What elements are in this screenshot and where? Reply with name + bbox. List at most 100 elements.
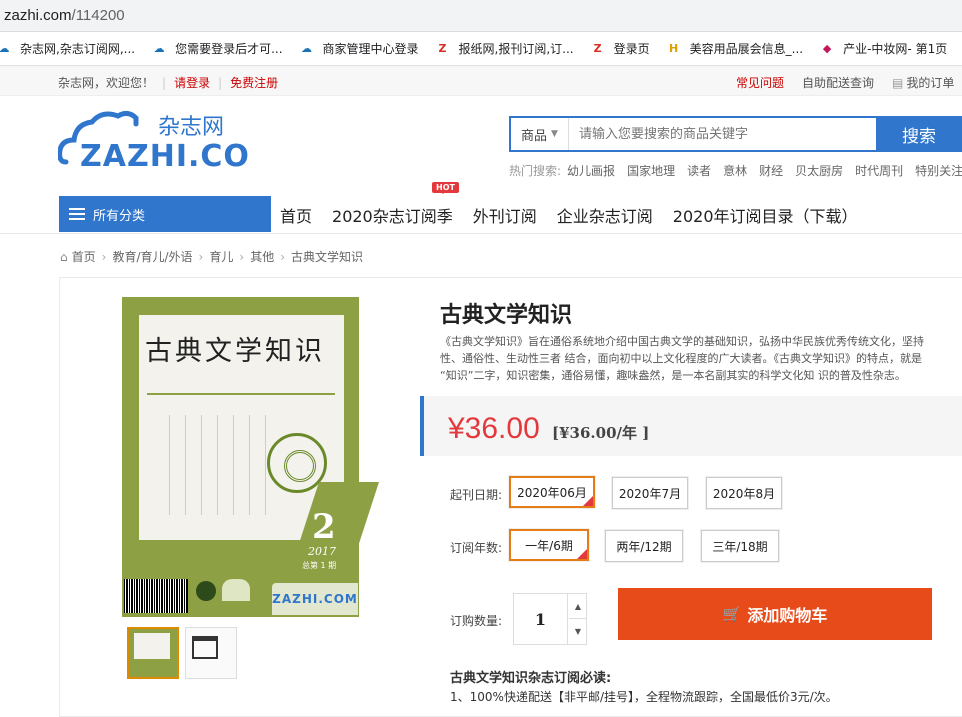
login-link[interactable]: 请登录: [174, 76, 210, 90]
thumbnail-cover[interactable]: [127, 627, 179, 679]
bookmark-item[interactable]: ☁ 杂志网,杂志订阅网,...: [0, 40, 135, 57]
hot-search-link[interactable]: 特别关注: [915, 164, 962, 178]
period-option-1yr[interactable]: 一年/6期: [509, 529, 589, 561]
nav-item[interactable]: 企业杂志订阅: [557, 203, 653, 227]
bookmark-item[interactable]: ◆ 产业-中妆网- 第1页: [819, 40, 947, 57]
hot-searches: 热门搜索: 幼儿画报 国家地理 读者 意林 财经 贝太厨房 时代周刊 特别关注: [509, 162, 962, 179]
breadcrumb-item[interactable]: 育儿: [209, 250, 233, 264]
url-path: /114200: [71, 7, 125, 24]
start-date-option-jul[interactable]: 2020年7月: [612, 477, 688, 509]
bookmark-item[interactable]: Z 登录页: [590, 40, 650, 57]
address-bar[interactable]: zazhi.com/114200: [0, 0, 962, 32]
cover-year: 2017: [308, 545, 336, 558]
h-icon: H: [669, 42, 679, 55]
period-option-3yr[interactable]: 三年/18期: [701, 530, 779, 562]
quantity-stepper: 1 ▲ ▼: [513, 593, 587, 645]
start-date-label: 起刊日期:: [450, 488, 503, 502]
delivery-query-link[interactable]: 自助配送查询: [802, 76, 874, 90]
seal-icon: [196, 581, 216, 601]
site-logo[interactable]: 杂志网 ZAZHI.COM: [58, 106, 250, 172]
welcome-text: 杂志网，欢迎您！: [58, 76, 155, 90]
faq-link[interactable]: 常见问题: [736, 76, 784, 90]
bookmark-item[interactable]: ☁ 商家管理中心登录: [299, 40, 419, 57]
chevron-right-icon: ›: [198, 250, 204, 264]
bookmarks-bar: ☁ 杂志网,杂志订阅网,... ☁ 您需要登录后才可... ☁ 商家管理中心登录 Z 报纸网,…: [0, 32, 962, 66]
z-icon: Z: [593, 42, 602, 55]
price-per-year: [¥36.00/年 ]: [552, 424, 650, 442]
description-line: 《古典文学知识》旨在通俗系统地介绍中国古典文学的基础知识，弘扬中华民族优秀传统文…: [440, 335, 924, 348]
hot-search-link[interactable]: 时代周刊: [855, 164, 903, 178]
breadcrumb: ⌂ 首页 › 教育/育儿/外语 › 育儿 › 其他 › 古典文学知识: [60, 248, 363, 265]
breadcrumb-item[interactable]: 首页: [72, 250, 96, 264]
increment-icon[interactable]: ▲: [569, 594, 587, 619]
my-orders-link[interactable]: 我的订单: [892, 76, 954, 90]
quantity-label: 订购数量:: [450, 614, 503, 628]
bookmark-item[interactable]: ☁ 您需要登录后才可...: [151, 40, 283, 57]
decrement-icon[interactable]: ▼: [569, 619, 587, 644]
notice-item: 1、100%快递配送【非平邮/挂号】，全程物流跟踪，全国最低价3元/次。: [450, 690, 838, 704]
hot-search-link[interactable]: 国家地理: [627, 164, 675, 178]
description-line: “知识”二字，知识密集，通俗易懂，趣味盎然，是一本名副其实的科学文化知 识的普及…: [440, 369, 906, 382]
home-icon: ⌂: [60, 250, 68, 264]
breadcrumb-item: 古典文学知识: [291, 250, 364, 264]
url-host: zazhi.com: [4, 7, 72, 24]
award-icon: [222, 579, 250, 601]
nav-item[interactable]: 首页: [280, 203, 312, 227]
bookmark-label: 您需要登录后才可...: [175, 42, 283, 56]
hot-search-link[interactable]: 读者: [687, 164, 711, 178]
hot-badge: HOT: [432, 182, 459, 194]
watermark-logo: ZAZHI.COM: [272, 583, 358, 615]
barcode-icon: [124, 579, 188, 613]
product-description: 《古典文学知识》旨在通俗系统地介绍中国古典文学的基础知识，弘扬中华民族优秀传统文…: [440, 333, 962, 384]
start-date-option-aug[interactable]: 2020年8月: [706, 477, 782, 509]
nav-item[interactable]: 2020年订阅目录（下载）: [673, 203, 858, 227]
bookmark-label: 报纸网,报刊订阅,订...: [458, 42, 574, 56]
hot-search-link[interactable]: 财经: [759, 164, 783, 178]
site-topbar: 杂志网，欢迎您！|请登录|免费注册 常见问题自助配送查询我的订单: [0, 66, 962, 96]
search-input[interactable]: [569, 118, 876, 150]
bookmark-item[interactable]: H 美容用品展会信息_...: [666, 40, 803, 57]
cloud-icon: ☁: [153, 42, 165, 55]
diamond-icon: ◆: [822, 42, 832, 55]
search-box: 商品▼ 搜索: [509, 116, 962, 152]
bookmark-label: 商家管理中心登录: [322, 42, 419, 56]
breadcrumb-item[interactable]: 其他: [250, 250, 274, 264]
bookmark-label: 登录页: [613, 42, 650, 56]
all-categories-label: 所有分类: [93, 208, 146, 224]
hot-search-link[interactable]: 贝太厨房: [795, 164, 843, 178]
cover-issue-total: 总第 1 期: [302, 561, 337, 570]
period-option-2yr[interactable]: 两年/12期: [605, 530, 683, 562]
bookmark-item[interactable]: Z 报纸网,报刊订阅,订...: [435, 40, 574, 57]
cover-issue-number: 2: [312, 507, 336, 547]
thumbnail-toc[interactable]: [185, 627, 237, 679]
bookmark-label: 产业-中妆网- 第1页: [843, 42, 948, 56]
register-link[interactable]: 免费注册: [230, 76, 278, 90]
bookmark-label: 杂志网,杂志订阅网,...: [20, 42, 136, 56]
main-nav: 所有分类 HOT 首页 2020杂志订阅季 外刊订阅 企业杂志订阅 2020年订阅目录（…: [0, 182, 962, 234]
all-categories-button[interactable]: 所有分类: [59, 196, 271, 232]
menu-icon: [69, 205, 85, 223]
nav-item[interactable]: 2020杂志订阅季: [332, 203, 453, 227]
bookmark-label: 美容用品展会信息_...: [689, 42, 804, 56]
cover-title: 古典文学知识: [145, 336, 325, 367]
start-date-option-jun[interactable]: 2020年06月: [509, 476, 595, 508]
product-price: ¥36.00: [448, 412, 540, 445]
product-title: 古典文学知识: [440, 303, 573, 328]
chevron-right-icon: ›: [239, 250, 245, 264]
nav-item[interactable]: 外刊订阅: [473, 203, 537, 227]
chevron-right-icon: ›: [101, 250, 107, 264]
breadcrumb-item[interactable]: 教育/育儿/外语: [112, 250, 192, 264]
product-cover-image: 古典文学知识 2 2017 总第 1 期 ZAZHI.COM: [122, 297, 379, 617]
search-button[interactable]: 搜索: [876, 118, 962, 150]
subscription-period-label: 订阅年数:: [450, 541, 503, 555]
cart-icon: 🛒: [722, 605, 742, 623]
chevron-down-icon: ▼: [551, 129, 558, 139]
logo-en-text: ZAZHI.COM: [80, 139, 250, 172]
z-icon: Z: [438, 42, 447, 55]
quantity-input[interactable]: 1: [514, 594, 568, 644]
site-header: 杂志网 ZAZHI.COM 商品▼ 搜索 热门搜索: 幼儿画报国家地理读者意林财经…: [0, 96, 962, 196]
add-to-cart-button[interactable]: 🛒 添加购物车: [618, 588, 932, 640]
search-category-select[interactable]: 商品 ▼: [511, 118, 569, 150]
hot-search-link[interactable]: 幼儿画报: [567, 164, 615, 178]
hot-search-link[interactable]: 意林: [723, 164, 747, 178]
